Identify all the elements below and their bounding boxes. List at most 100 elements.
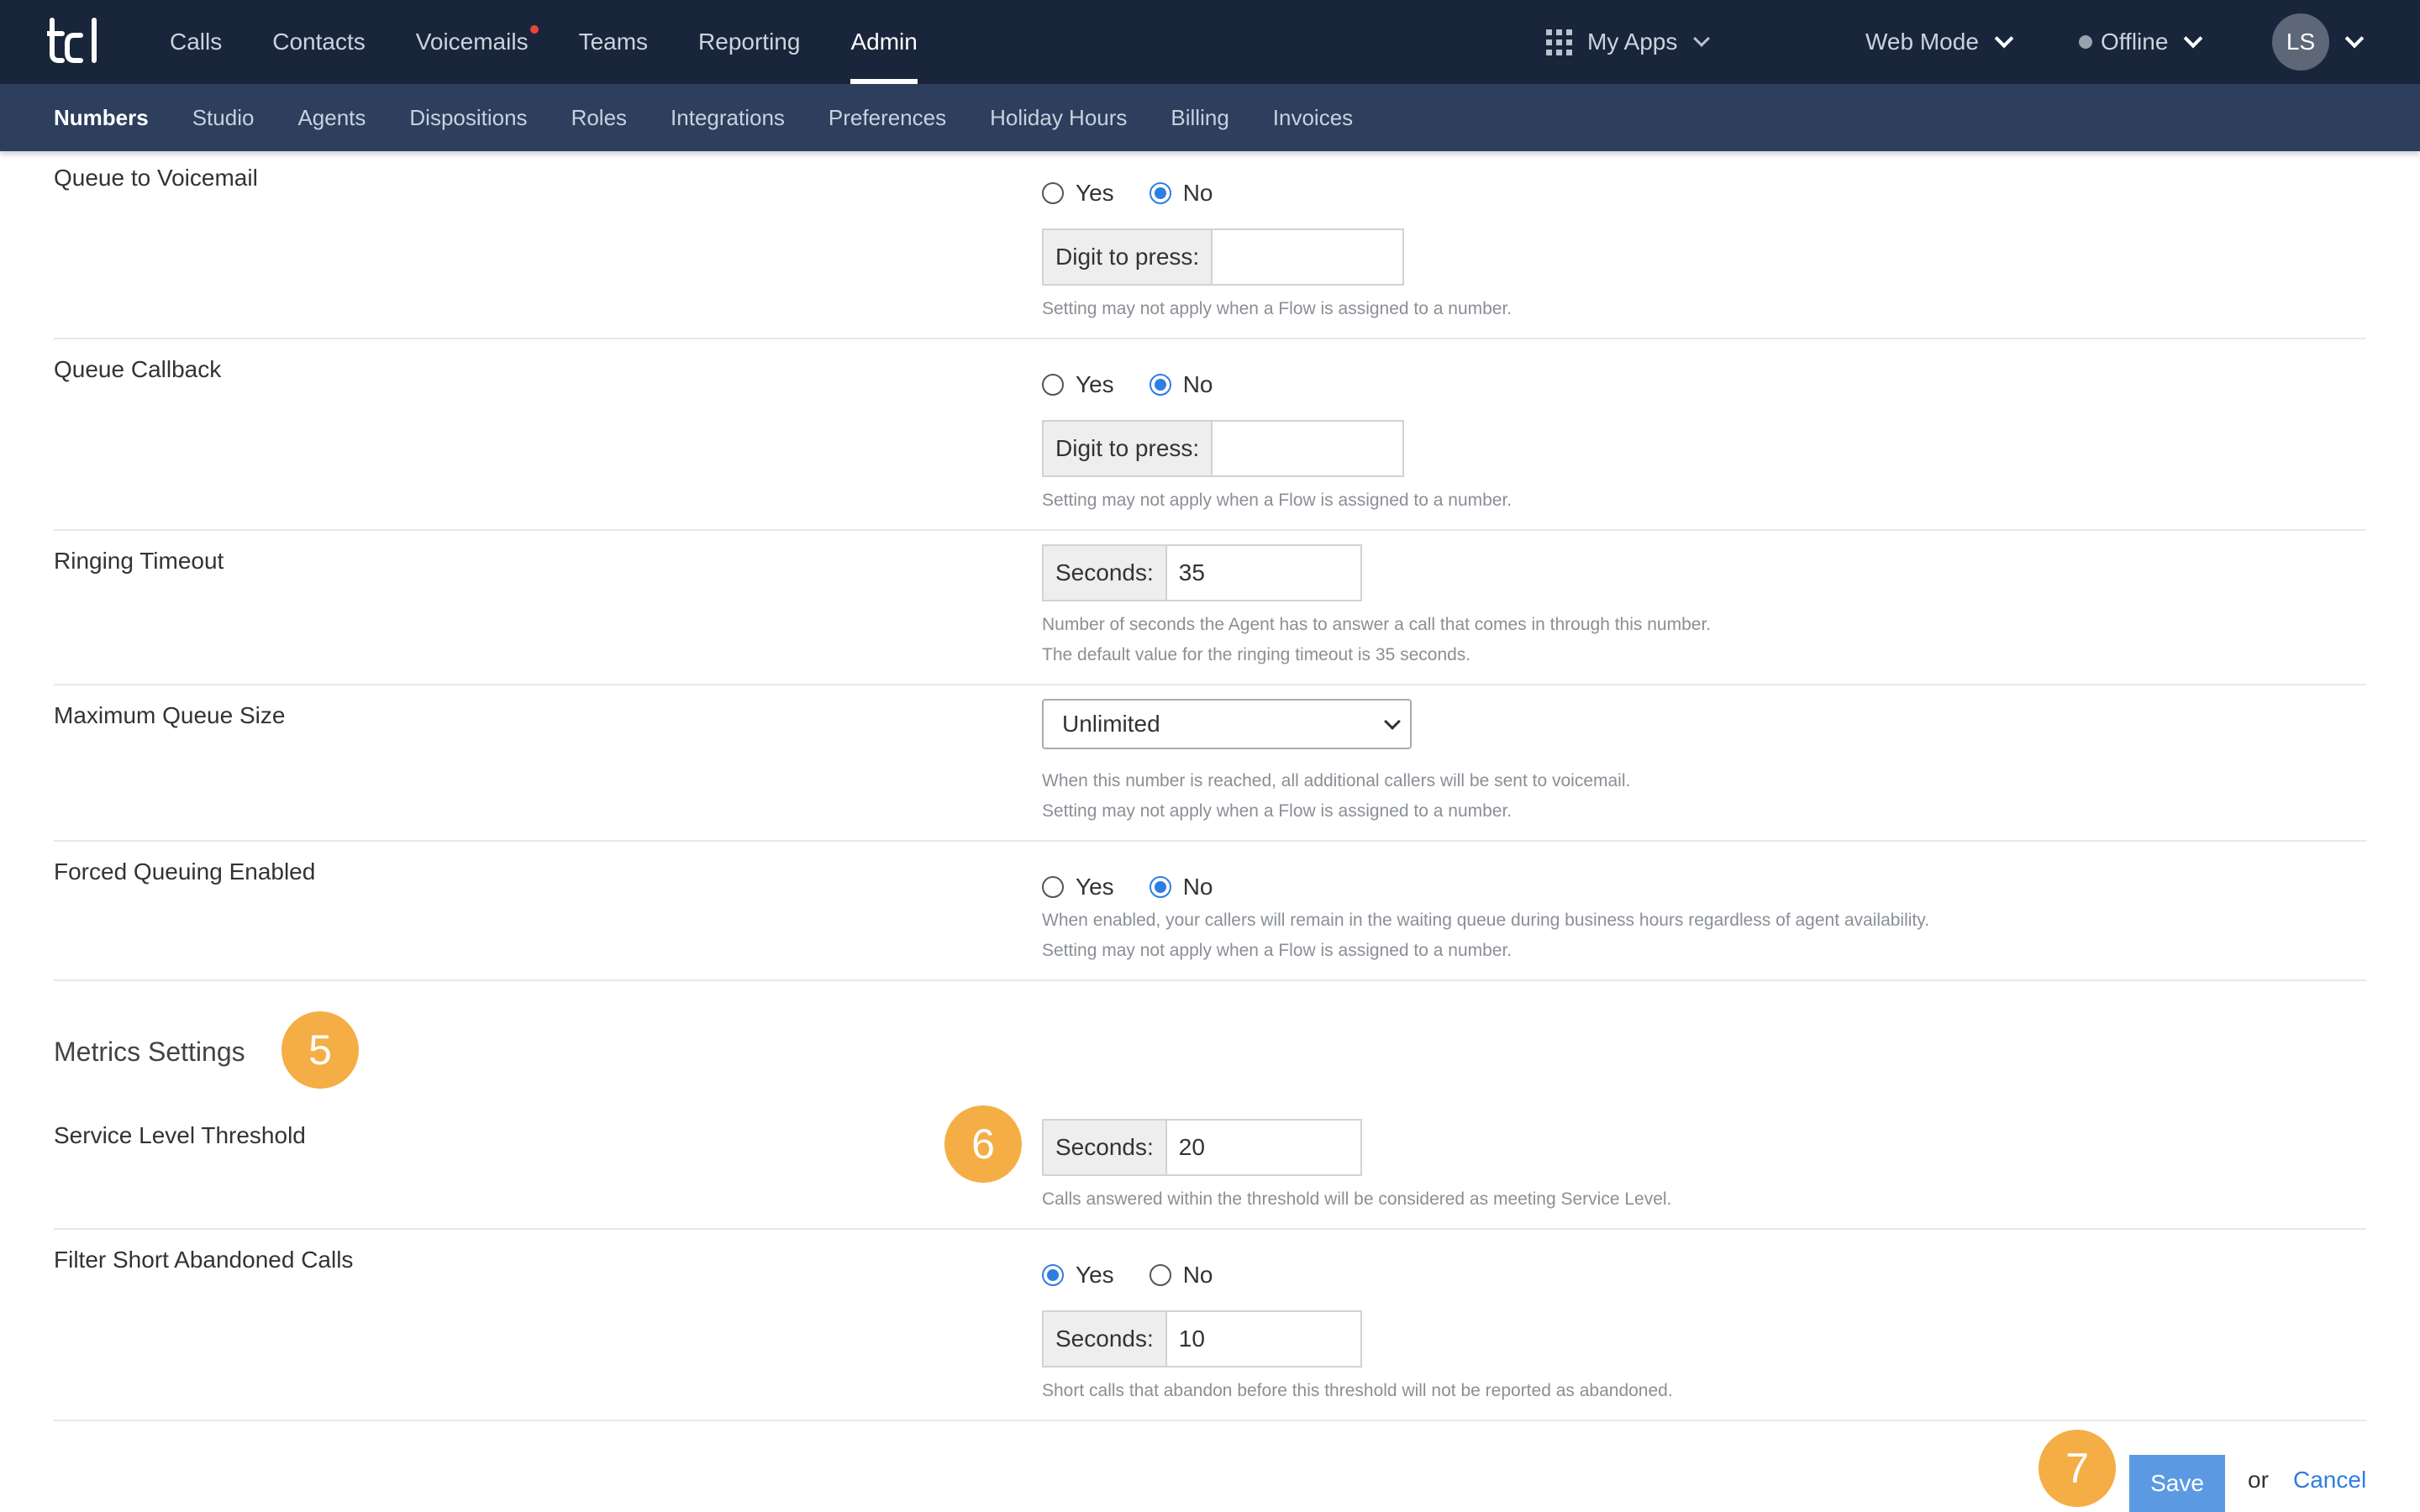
max-queue-size-help-1: When this number is reached, all additio…	[1042, 771, 1631, 790]
cancel-link[interactable]: Cancel	[2293, 1467, 2366, 1494]
queue-to-voicemail-radios: Yes No	[1042, 180, 1248, 207]
divider	[54, 1420, 2366, 1421]
radio-no-label: No	[1182, 1262, 1213, 1288]
nav-reporting-label: Reporting	[698, 29, 801, 55]
service-level-help: Calls answered within the threshold will…	[1042, 1189, 1672, 1209]
filter-short-abandoned-label: Filter Short Abandoned Calls	[54, 1247, 354, 1273]
filter-short-abandoned-yes[interactable]: Yes	[1042, 1262, 1114, 1289]
apps-grid-icon	[1546, 29, 1572, 55]
filter-short-abandoned-group: Seconds: 10	[1042, 1310, 1362, 1368]
nav-contacts-label: Contacts	[272, 29, 366, 55]
subnav-invoices[interactable]: Invoices	[1251, 84, 1375, 151]
nav-contacts[interactable]: Contacts	[247, 0, 391, 84]
radio-no[interactable]	[1149, 876, 1171, 898]
queue-callback-yes[interactable]: Yes	[1042, 371, 1114, 398]
status-menu[interactable]: Offline	[2079, 0, 2264, 84]
nav-reporting[interactable]: Reporting	[673, 0, 825, 84]
digit-to-press-addon: Digit to press:	[1044, 230, 1213, 284]
max-queue-size-label: Maximum Queue Size	[54, 702, 286, 728]
divider	[54, 529, 2366, 531]
ringing-timeout-help-1: Number of seconds the Agent has to answe…	[1042, 615, 1712, 634]
nav-calls-label: Calls	[170, 29, 223, 55]
user-menu[interactable]: LS	[2272, 0, 2398, 84]
queue-callback-digit-group: Digit to press:	[1042, 420, 1405, 477]
nav-teams-label: Teams	[578, 29, 649, 55]
nav-admin-label: Admin	[850, 29, 918, 55]
radio-yes[interactable]	[1042, 1264, 1064, 1286]
radio-yes[interactable]	[1042, 182, 1064, 204]
divider	[54, 338, 2366, 339]
admin-subnav: Numbers Studio Agents Dispositions Roles…	[0, 84, 2420, 151]
nav-voicemails-label: Voicemails	[415, 29, 529, 55]
service-level-group: Seconds: 20	[1042, 1119, 1362, 1176]
talkdesk-logo[interactable]	[47, 17, 99, 66]
radio-no[interactable]	[1149, 1264, 1171, 1286]
forced-queuing-yes[interactable]: Yes	[1042, 874, 1114, 900]
queue-callback-label: Queue Callback	[54, 356, 222, 382]
queue-to-voicemail-label: Queue to Voicemail	[54, 165, 258, 191]
queue-to-voicemail-no[interactable]: No	[1149, 180, 1213, 207]
ringing-timeout-input[interactable]: 35	[1166, 546, 1360, 600]
radio-no-label: No	[1182, 874, 1213, 900]
subnav-agents[interactable]: Agents	[276, 84, 387, 151]
nav-admin[interactable]: Admin	[825, 0, 942, 84]
forced-queuing-label: Forced Queuing Enabled	[54, 858, 316, 885]
queue-callback-digit-input[interactable]	[1213, 422, 1403, 475]
forced-queuing-radios: Yes No	[1042, 874, 1248, 900]
subnav-numbers[interactable]: Numbers	[32, 84, 171, 151]
notification-dot	[529, 25, 539, 34]
radio-no-label: No	[1182, 371, 1213, 397]
queue-callback-no[interactable]: No	[1149, 371, 1213, 398]
step-badge-6: 6	[944, 1105, 1022, 1183]
divider	[54, 979, 2366, 981]
subnav-dispositions[interactable]: Dispositions	[387, 84, 549, 151]
radio-yes[interactable]	[1042, 876, 1064, 898]
filter-short-abandoned-no[interactable]: No	[1149, 1262, 1213, 1289]
web-mode-menu[interactable]: Web Mode	[1865, 0, 2059, 84]
filter-short-abandoned-input[interactable]: 10	[1166, 1312, 1360, 1366]
radio-no-label: No	[1182, 180, 1213, 206]
save-button[interactable]: Save	[2129, 1455, 2225, 1512]
subnav-integrations[interactable]: Integrations	[649, 84, 807, 151]
subnav-roles[interactable]: Roles	[550, 84, 649, 151]
nav-voicemails[interactable]: Voicemails	[391, 0, 554, 84]
main-nav: Calls Contacts Voicemails Teams Reportin…	[145, 0, 943, 84]
queue-to-voicemail-digit-group: Digit to press:	[1042, 228, 1405, 286]
subnav-studio[interactable]: Studio	[171, 84, 276, 151]
status-label: Offline	[2101, 29, 2169, 55]
forced-queuing-no[interactable]: No	[1149, 874, 1213, 900]
nav-calls[interactable]: Calls	[145, 0, 247, 84]
subnav-preferences[interactable]: Preferences	[807, 84, 968, 151]
seconds-addon: Seconds:	[1044, 546, 1167, 600]
service-level-input[interactable]: 20	[1166, 1121, 1360, 1174]
avatar: LS	[2272, 13, 2329, 71]
ringing-timeout-label: Ringing Timeout	[54, 548, 224, 574]
my-apps-menu[interactable]: My Apps	[1546, 0, 1748, 84]
queue-to-voicemail-yes[interactable]: Yes	[1042, 180, 1114, 207]
radio-no[interactable]	[1149, 182, 1171, 204]
step-badge-5: 5	[281, 1011, 359, 1089]
seconds-addon: Seconds:	[1044, 1121, 1167, 1174]
filter-short-abandoned-help: Short calls that abandon before this thr…	[1042, 1381, 1673, 1400]
ringing-timeout-help-2: The default value for the ringing timeou…	[1042, 645, 1471, 664]
web-mode-label: Web Mode	[1865, 29, 1979, 55]
max-queue-size-select[interactable]: Unlimited	[1042, 699, 1412, 749]
queue-to-voicemail-digit-input[interactable]	[1213, 230, 1403, 284]
subnav-holiday-hours[interactable]: Holiday Hours	[968, 84, 1149, 151]
radio-yes-label: Yes	[1076, 180, 1114, 206]
radio-yes-label: Yes	[1076, 371, 1114, 397]
max-queue-size-value: Unlimited	[1062, 711, 1160, 737]
radio-no[interactable]	[1149, 374, 1171, 396]
divider	[54, 684, 2366, 685]
subnav-billing[interactable]: Billing	[1149, 84, 1250, 151]
or-text: or	[2248, 1467, 2269, 1493]
max-queue-size-help-2: Setting may not apply when a Flow is ass…	[1042, 801, 1512, 821]
digit-to-press-addon: Digit to press:	[1044, 422, 1213, 475]
queue-callback-help: Setting may not apply when a Flow is ass…	[1042, 491, 1512, 510]
service-level-threshold-label: Service Level Threshold	[54, 1122, 306, 1148]
nav-teams[interactable]: Teams	[554, 0, 673, 84]
forced-queuing-help-1: When enabled, your callers will remain i…	[1042, 911, 1930, 930]
radio-yes[interactable]	[1042, 374, 1064, 396]
forced-queuing-help-2: Setting may not apply when a Flow is ass…	[1042, 941, 1512, 960]
chevron-down-icon	[2344, 29, 2365, 49]
